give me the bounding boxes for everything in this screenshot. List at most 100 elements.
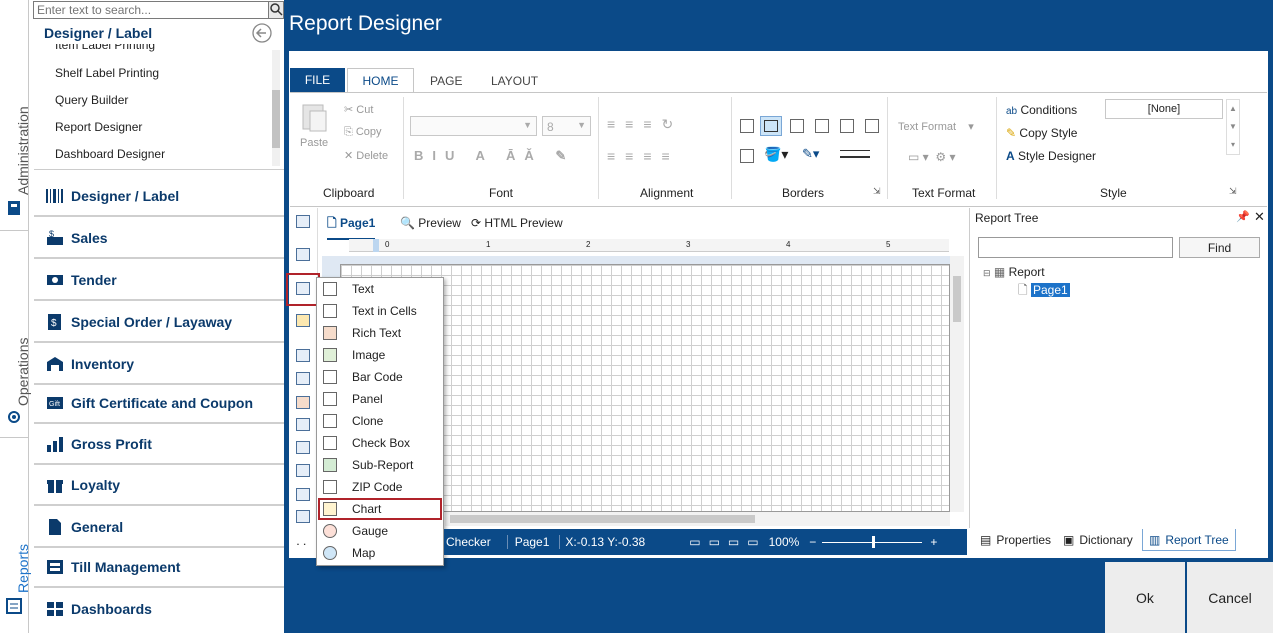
- paste-button[interactable]: Paste: [300, 137, 328, 149]
- sidebar-tab-administration[interactable]: Administration: [0, 0, 31, 230]
- doc-tab-preview[interactable]: 🔍 Preview: [400, 216, 461, 230]
- borders-launcher-icon[interactable]: ⇲: [873, 186, 881, 197]
- text-format-select[interactable]: Text Format ▾: [898, 120, 974, 133]
- nav-tender[interactable]: Tender: [34, 260, 284, 301]
- dropdown-item-panel[interactable]: Panel: [318, 388, 442, 410]
- tree-node-page1[interactable]: 🗋 Page1: [1018, 281, 1070, 302]
- font-style-buttons[interactable]: BIU A ĀǍ ✎: [414, 148, 575, 164]
- fill-color-icon[interactable]: 🪣▾: [764, 146, 788, 163]
- nav-loyalty[interactable]: Loyalty: [34, 465, 284, 506]
- alignment-buttons-bottom[interactable]: ≡≡≡≡: [607, 148, 680, 164]
- border-left-icon[interactable]: [815, 119, 829, 133]
- conditions-button[interactable]: ab Conditions: [1006, 103, 1077, 117]
- sidebar-tab-reports[interactable]: Reports: [0, 437, 31, 633]
- status-checker[interactable]: Checker: [446, 535, 491, 549]
- font-size-select[interactable]: 8 ▼: [542, 116, 591, 136]
- text-format-tools[interactable]: ▭ ▾ ⚙ ▾: [908, 150, 955, 164]
- border-top-icon[interactable]: [790, 119, 804, 133]
- nav-inventory[interactable]: Inventory: [34, 344, 284, 385]
- doc-tab-html-preview[interactable]: ⟳ HTML Preview: [471, 216, 563, 230]
- nav-gift-certificate[interactable]: Gift Gift Certificate and Coupon: [34, 383, 284, 424]
- zoom-slider[interactable]: [822, 535, 923, 548]
- cancel-button[interactable]: Cancel: [1187, 562, 1273, 633]
- nav-dashboards[interactable]: Dashboards: [34, 588, 284, 629]
- zoom-out-button[interactable]: −: [809, 535, 816, 549]
- dropdown-item-sub-report[interactable]: Sub-Report: [318, 454, 442, 476]
- cut-button[interactable]: ✂ Cut: [344, 103, 373, 116]
- copy-button[interactable]: ⎘ Copy: [344, 126, 382, 139]
- toolbox-band-icon[interactable]: [296, 215, 310, 228]
- alignment-buttons-top[interactable]: ≡≡≡↻: [607, 116, 683, 133]
- tab-file[interactable]: FILE: [290, 68, 345, 92]
- toolbox-panel-icon[interactable]: [296, 488, 310, 501]
- dropdown-item-zip-code[interactable]: ZIP Code: [318, 476, 442, 498]
- border-bottom-icon[interactable]: [840, 119, 854, 133]
- toolbox-list-icon[interactable]: [296, 372, 310, 385]
- submenu-item-query-builder[interactable]: Query Builder: [55, 93, 128, 107]
- style-gallery-scroll[interactable]: ▲ ▼ ▾: [1226, 99, 1240, 155]
- toolbox-more-icon[interactable]: ⠂⠂: [296, 540, 309, 551]
- toolbox-header-icon[interactable]: [296, 441, 310, 454]
- toolbox-image-icon[interactable]: [296, 314, 310, 327]
- dropdown-item-gauge[interactable]: Gauge: [318, 520, 442, 542]
- border-right-icon[interactable]: [865, 119, 879, 133]
- toolbox-components-icon[interactable]: [296, 282, 310, 295]
- dropdown-item-text-in-cells[interactable]: Text in Cells: [318, 300, 442, 322]
- dropdown-item-chart[interactable]: Chart: [318, 498, 442, 520]
- dropdown-item-rich-text[interactable]: Rich Text: [318, 322, 442, 344]
- back-arrow-icon[interactable]: [252, 23, 272, 43]
- canvas-vscroll[interactable]: [950, 256, 964, 512]
- dropdown-item-clone[interactable]: Clone: [318, 410, 442, 432]
- border-color-icon[interactable]: ✎▾: [802, 146, 819, 162]
- toolbox-cross-band-icon[interactable]: [296, 248, 310, 261]
- border-style-icon[interactable]: [840, 150, 870, 158]
- border-outside-icon[interactable]: [760, 116, 782, 136]
- tab-layout[interactable]: LAYOUT: [491, 74, 538, 88]
- close-icon[interactable]: ✕: [1254, 209, 1265, 225]
- nav-general[interactable]: General: [34, 507, 284, 548]
- toolbox-page-icon[interactable]: [296, 349, 310, 362]
- nav-till-management[interactable]: Till Management: [34, 547, 284, 588]
- style-designer-button[interactable]: A Style Designer: [1006, 149, 1096, 163]
- submenu-scrollbar[interactable]: [272, 50, 280, 166]
- tab-properties[interactable]: ▤ Properties: [980, 529, 1051, 551]
- search-input[interactable]: [33, 1, 284, 19]
- tab-page[interactable]: PAGE: [430, 74, 462, 88]
- tab-dictionary[interactable]: ▣ Dictionary: [1063, 529, 1133, 551]
- toolbox-footer-icon[interactable]: [296, 464, 310, 477]
- toolbox-text2-icon[interactable]: [296, 510, 310, 523]
- sidebar-tab-operations[interactable]: Operations: [0, 230, 31, 437]
- delete-button[interactable]: ✕ Delete: [344, 149, 388, 162]
- border-all-icon[interactable]: [740, 119, 754, 133]
- copy-style-button[interactable]: ✎ Copy Style: [1006, 126, 1077, 140]
- paste-icon[interactable]: [300, 101, 330, 133]
- nav-sales[interactable]: $ Sales: [34, 218, 284, 259]
- find-button[interactable]: Find: [1179, 237, 1260, 258]
- canvas-hscroll[interactable]: [445, 512, 950, 526]
- zoom-in-button[interactable]: +: [930, 535, 937, 549]
- tab-home[interactable]: HOME: [347, 68, 414, 93]
- tab-report-tree[interactable]: ▥ Report Tree: [1142, 529, 1236, 551]
- dropdown-item-image[interactable]: Image: [318, 344, 442, 366]
- style-select[interactable]: [None]: [1105, 99, 1223, 119]
- ok-button[interactable]: Ok: [1105, 562, 1185, 633]
- doc-tab-page1[interactable]: 🗋 Page1: [327, 214, 376, 240]
- dropdown-item-text[interactable]: Text: [318, 278, 442, 300]
- dropdown-item-map[interactable]: Map: [318, 542, 442, 564]
- report-tree-search-input[interactable]: [978, 237, 1173, 258]
- submenu-item-report-designer[interactable]: Report Designer: [55, 120, 142, 134]
- dropdown-item-check-box[interactable]: Check Box: [318, 432, 442, 454]
- dropdown-item-bar-code[interactable]: Bar Code: [318, 366, 442, 388]
- toolbox-text-icon[interactable]: [296, 396, 310, 409]
- nav-designer-label[interactable]: Designer / Label: [34, 176, 284, 217]
- pin-icon[interactable]: 📌: [1236, 210, 1250, 223]
- tree-node-report[interactable]: ⊟ ▦ Report: [983, 265, 1045, 279]
- toolbox-list2-icon[interactable]: [296, 418, 310, 431]
- submenu-item-partial[interactable]: Item Label Printing: [55, 44, 155, 52]
- nav-special-order[interactable]: $ Special Order / Layaway: [34, 302, 284, 343]
- border-none-icon[interactable]: [740, 149, 754, 163]
- nav-gross-profit[interactable]: Gross Profit: [34, 424, 284, 465]
- style-launcher-icon[interactable]: ⇲: [1229, 186, 1237, 197]
- search-button[interactable]: [268, 1, 284, 19]
- font-family-select[interactable]: ▼: [410, 116, 537, 136]
